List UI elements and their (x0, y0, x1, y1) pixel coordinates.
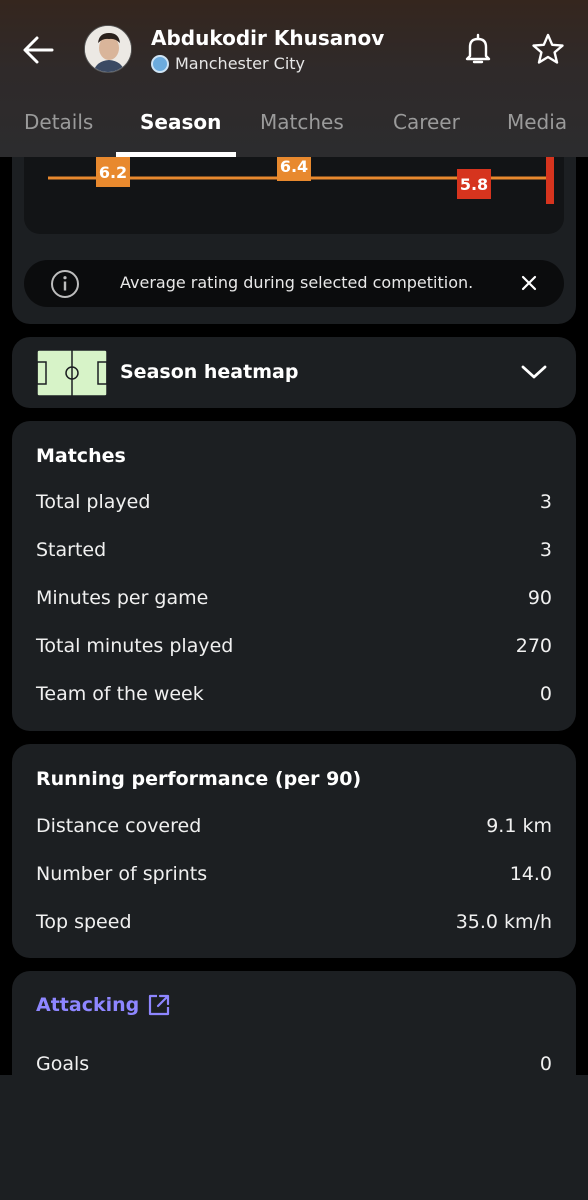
tab-details[interactable]: Details (24, 110, 93, 134)
stat-row: Total minutes played 270 (36, 635, 552, 665)
back-arrow-icon (23, 36, 54, 64)
player-name: Abdukodir Khusanov (151, 26, 385, 50)
matches-title: Matches (36, 445, 126, 467)
stat-value: 0 (539, 1053, 552, 1075)
attacking-link[interactable]: Attacking (36, 993, 171, 1017)
running-title: Running performance (per 90) (36, 768, 362, 790)
stat-value: 3 (539, 491, 552, 513)
stat-value: 270 (515, 635, 552, 657)
stat-value: 9.1 km (486, 815, 552, 837)
stat-row: Team of the week 0 (36, 683, 552, 713)
club-crest-icon (151, 54, 169, 73)
stat-label: Started (36, 539, 107, 561)
favorite-button[interactable] (530, 32, 566, 66)
info-text: Average rating during selected competiti… (120, 273, 474, 292)
stat-label: Total played (36, 491, 151, 513)
tab-media[interactable]: Media (507, 110, 567, 134)
stat-label: Number of sprints (36, 863, 208, 885)
notifications-button[interactable] (462, 32, 494, 66)
stat-label: Goals (36, 1053, 90, 1075)
rating-point-label: 6.2 (99, 163, 127, 182)
stat-value: 0 (539, 683, 552, 705)
chevron-down-icon[interactable] (520, 361, 548, 383)
stat-label: Total minutes played (36, 635, 234, 657)
stat-label: Minutes per game (36, 587, 209, 609)
club-link[interactable]: Manchester City (151, 54, 305, 73)
bottom-panel (0, 1075, 588, 1200)
matches-card: Matches Total played 3 Started 3 Minutes… (12, 421, 576, 731)
info-banner: Average rating during selected competiti… (24, 260, 564, 307)
stat-row: Minutes per game 90 (36, 587, 552, 617)
star-icon (532, 33, 564, 64)
stat-value: 35.0 km/h (455, 911, 552, 933)
stat-row: Top speed 35.0 km/h (36, 911, 552, 941)
stat-row: Total played 3 (36, 491, 552, 521)
player-season-page: Abdukodir Khusanov Manchester City Detai… (0, 0, 588, 1200)
season-heatmap-card[interactable]: Season heatmap (12, 337, 576, 408)
stat-label: Team of the week (36, 683, 204, 705)
player-avatar[interactable] (84, 25, 132, 73)
active-tab-indicator (116, 152, 236, 157)
rating-point-label: 5.8 (460, 175, 488, 194)
bell-icon (465, 33, 491, 64)
stat-row: Distance covered 9.1 km (36, 815, 552, 845)
rating-point[interactable]: 6.2 (96, 157, 130, 187)
tab-matches[interactable]: Matches (260, 110, 344, 134)
pitch-icon (36, 349, 108, 397)
avatar-portrait (85, 26, 131, 72)
stat-row: Started 3 (36, 539, 552, 569)
stat-value: 90 (527, 587, 552, 609)
external-link-icon (149, 994, 170, 1016)
player-header: Abdukodir Khusanov Manchester City Detai… (0, 0, 588, 157)
rating-point[interactable]: 5.8 (457, 169, 491, 199)
attacking-title: Attacking (36, 994, 140, 1016)
close-icon[interactable] (518, 272, 540, 294)
heatmap-title: Season heatmap (120, 361, 299, 383)
rating-point-label: 6.4 (280, 157, 308, 176)
stat-value: 3 (539, 539, 552, 561)
stat-label: Distance covered (36, 815, 202, 837)
stat-label: Top speed (36, 911, 132, 933)
info-icon (51, 270, 79, 298)
tab-season[interactable]: Season (140, 110, 221, 134)
back-button[interactable] (20, 31, 58, 69)
tab-bar: Details Season Matches Career Media (0, 100, 588, 157)
stat-row: Number of sprints 14.0 (36, 863, 552, 893)
stat-value: 14.0 (509, 863, 552, 885)
club-name: Manchester City (175, 54, 306, 73)
running-performance-card: Running performance (per 90) Distance co… (12, 744, 576, 958)
tab-career[interactable]: Career (393, 110, 460, 134)
